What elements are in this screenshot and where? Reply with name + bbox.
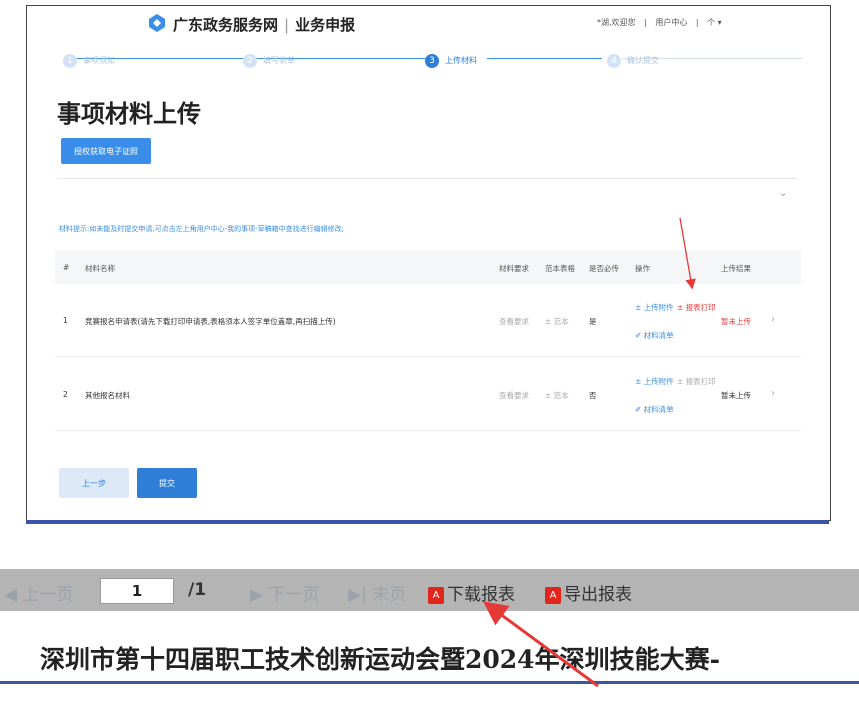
auth-certificate-button[interactable]: 授权获取电子证照 <box>61 138 151 164</box>
chevron-down-icon[interactable]: ⌄ <box>779 188 787 199</box>
user-center-link[interactable]: 用户中心 <box>655 18 687 27</box>
step-4: 4 确认提交 <box>607 50 659 69</box>
welcome-text: *湖,欢迎您 <box>597 18 636 27</box>
submit-button[interactable]: 提交 <box>137 468 197 498</box>
column-header: 范本表格 <box>545 264 575 273</box>
divider <box>57 178 797 179</box>
row-index: 1 <box>63 316 68 325</box>
user-menu[interactable]: 个 ▾ <box>707 18 722 27</box>
material-notice: 材料提示:如未能及时提交申请,可点击左上角用户中心-我的事项-草稿箱中查找进行编… <box>59 225 344 233</box>
upload-status: 暂未上传 <box>721 317 751 326</box>
step-number: 1 <box>63 53 77 68</box>
required-flag: 否 <box>589 391 597 400</box>
table-row: 1 竞赛报名申请表(请先下载打印申请表,表格须本人签字单位盖章,再扫描上传) 查… <box>55 284 801 357</box>
chevron-right-icon[interactable]: › <box>771 314 775 325</box>
required-flag: 是 <box>589 317 597 326</box>
divider-bar <box>26 520 829 524</box>
template-link[interactable]: ± 范本 <box>545 316 569 327</box>
site-name: 广东政务服务网 <box>173 16 279 34</box>
material-name: 竞赛报名申请表(请先下载打印申请表,表格须本人签字单位盖章,再扫描上传) <box>85 317 336 326</box>
step-connector <box>487 58 602 59</box>
upload-status: 暂未上传 <box>721 391 751 400</box>
last-page-button[interactable]: ▶| 末页 <box>348 580 406 605</box>
section-name: 业务申报 <box>295 16 356 34</box>
page-total: /1 <box>188 580 207 600</box>
export-report-button[interactable]: A 导出报表 <box>545 580 632 605</box>
column-header: 操作 <box>635 264 650 273</box>
requirement-link[interactable]: 查看要求 <box>499 390 529 401</box>
export-report-label: 导出报表 <box>564 585 632 605</box>
application-screenshot: 广东政务服务网 | 业务申报 *湖,欢迎您 | 用户中心 | 个 ▾ 1 事项须知 2… <box>26 5 831 521</box>
step-3: 3 上传材料 <box>425 50 477 69</box>
upload-attachment-link[interactable]: ± 上传附件 <box>635 376 674 387</box>
column-header: # <box>63 263 70 272</box>
column-header: 材料要求 <box>499 264 529 273</box>
step-number: 2 <box>243 53 257 68</box>
column-header: 材料名称 <box>85 264 115 273</box>
table-header: # 材料名称 材料要求 范本表格 是否必传 操作 上传结果 <box>55 250 801 284</box>
step-2: 2 填写表单 <box>243 50 295 69</box>
pdf-icon: A <box>428 586 444 604</box>
pdf-icon: A <box>545 586 561 604</box>
row-index: 2 <box>63 390 68 399</box>
report-print-link[interactable]: ± 报表打印 <box>677 376 716 387</box>
step-label: 填写表单 <box>263 56 295 65</box>
site-header: 广东政务服务网 | 业务申报 *湖,欢迎您 | 用户中心 | 个 ▾ <box>27 6 830 40</box>
report-title: 深圳市第十四届职工技术创新运动会暨2024年深圳技能大赛- <box>40 645 720 674</box>
column-header: 上传结果 <box>721 264 751 273</box>
step-number: 3 <box>425 53 439 68</box>
user-nav: *湖,欢迎您 | 用户中心 | 个 ▾ <box>597 18 722 27</box>
material-name: 其他报名材料 <box>85 391 130 400</box>
page-title: 事项材料上传 <box>57 100 201 128</box>
upload-attachment-link[interactable]: ± 上传附件 <box>635 302 674 313</box>
step-number: 4 <box>607 53 621 68</box>
table-row: 2 其他报名材料 查看要求 ± 范本 否 ± 上传附件 ± 报表打印 ✐ 材料清… <box>55 356 801 431</box>
divider-bar <box>0 681 859 684</box>
site-logo-icon <box>149 14 165 32</box>
step-label: 上传材料 <box>445 56 477 65</box>
prev-page-button[interactable]: ◀ 上一页 <box>4 580 73 605</box>
progress-steps: 1 事项须知 2 填写表单 3 上传材料 4 确认提交 <box>27 46 830 76</box>
previous-step-button[interactable]: 上一步 <box>59 468 129 498</box>
step-label: 事项须知 <box>83 56 115 65</box>
step-label: 确认提交 <box>627 56 659 65</box>
download-report-label: 下载报表 <box>447 585 515 605</box>
download-report-button[interactable]: A 下载报表 <box>428 580 515 605</box>
material-list-link[interactable]: ✐ 材料清单 <box>635 404 674 415</box>
requirement-link[interactable]: 查看要求 <box>499 316 529 327</box>
material-list-link[interactable]: ✐ 材料清单 <box>635 330 674 341</box>
report-print-link[interactable]: ± 报表打印 <box>677 302 716 313</box>
column-header: 是否必传 <box>589 264 619 273</box>
step-1: 1 事项须知 <box>63 50 115 69</box>
next-page-button[interactable]: ▶ 下一页 <box>250 580 319 605</box>
site-brand[interactable]: 广东政务服务网 | 业务申报 <box>173 14 355 35</box>
page-number-input[interactable]: 1 <box>100 578 174 604</box>
template-link[interactable]: ± 范本 <box>545 390 569 401</box>
chevron-right-icon[interactable]: › <box>771 388 775 399</box>
